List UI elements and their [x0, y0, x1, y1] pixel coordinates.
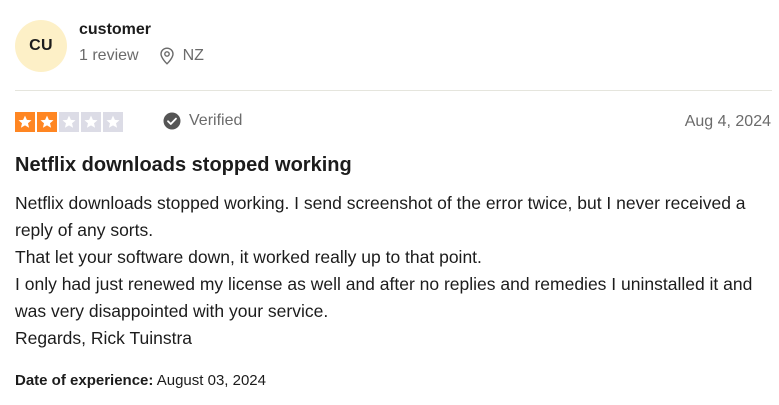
review-card: CU customer 1 review NZ Verified Aug 4, … — [0, 0, 779, 405]
star-empty-icon — [103, 112, 123, 132]
experience-date: August 03, 2024 — [156, 372, 266, 389]
review-body-paragraph: That let your software down, it worked r… — [15, 247, 482, 267]
avatar[interactable]: CU — [15, 20, 67, 72]
avatar-initials: CU — [29, 37, 53, 54]
verified-label: Verified — [189, 112, 243, 129]
reviewer-country: NZ — [182, 47, 204, 64]
review-date: Aug 4, 2024 — [684, 113, 771, 130]
star-empty-icon — [59, 112, 79, 132]
reviewer-meta: 1 review NZ — [79, 47, 204, 65]
verified-badge[interactable]: Verified — [163, 112, 242, 130]
review-title[interactable]: Netflix downloads stopped working — [15, 154, 352, 177]
review-body: Netflix downloads stopped working. I sen… — [15, 190, 775, 352]
reviewer-name[interactable]: customer — [79, 21, 151, 39]
review-body-paragraph: I only had just renewed my license as we… — [15, 274, 753, 321]
experience-label: Date of experience: — [15, 372, 154, 389]
check-circle-icon — [163, 112, 181, 130]
star-filled-icon — [37, 112, 57, 132]
star-empty-icon — [81, 112, 101, 132]
review-count: 1 review — [79, 47, 139, 64]
divider — [15, 90, 772, 91]
review-body-paragraph: Regards, Rick Tuinstra — [15, 328, 193, 348]
date-of-experience: Date of experience: August 03, 2024 — [15, 372, 266, 389]
review-body-paragraph: Netflix downloads stopped working. I sen… — [15, 193, 746, 240]
star-filled-icon — [15, 112, 35, 132]
location-pin-icon — [159, 47, 175, 65]
star-rating — [15, 112, 123, 132]
